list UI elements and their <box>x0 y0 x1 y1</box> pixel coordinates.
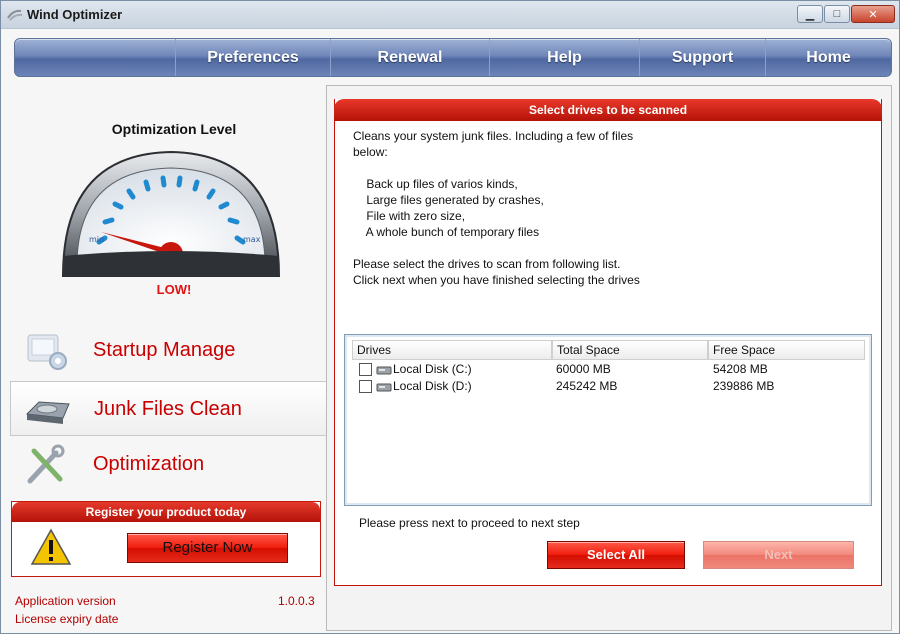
close-button[interactable]: ✕ <box>851 5 895 23</box>
drive-list[interactable]: Drives Total Space Free Space Local Disk… <box>344 334 872 506</box>
optimization-gauge: min max <box>61 150 281 277</box>
next-button[interactable]: Next <box>703 541 854 569</box>
sidebar-item-optimization[interactable]: Optimization <box>10 437 326 492</box>
drive-total-space: 245242 MB <box>556 379 618 393</box>
drive-free-space: 239886 MB <box>713 379 775 393</box>
window-title: Wind Optimizer <box>27 7 123 22</box>
drive-name: Local Disk (C:) <box>393 362 472 376</box>
select-all-button[interactable]: Select All <box>547 541 685 569</box>
drive-free-space: 54208 MB <box>713 362 768 376</box>
scan-instructions: Please select the drives to scan from fo… <box>353 257 640 287</box>
title-bar[interactable]: Wind Optimizer ▁ □ ✕ <box>1 1 899 29</box>
nav-preferences[interactable]: Preferences <box>175 39 330 76</box>
sidebar-item-junk-files-clean[interactable]: Junk Files Clean <box>10 381 326 436</box>
register-panel: Register your product today Register Now <box>11 501 321 577</box>
sidebar-item-startup-manage[interactable]: Startup Manage <box>10 323 326 378</box>
nav-renewal[interactable]: Renewal <box>330 39 489 76</box>
gauge-max-label: max <box>243 235 261 244</box>
disk-drive-icon <box>376 366 392 375</box>
sidebar-item-label: Junk Files Clean <box>94 398 242 420</box>
optimization-level-status: LOW! <box>156 282 192 297</box>
column-header-total-space[interactable]: Total Space <box>552 340 708 360</box>
app-logo-icon <box>7 9 23 21</box>
warning-icon <box>30 528 72 565</box>
nav-support[interactable]: Support <box>639 39 765 76</box>
nav-help[interactable]: Help <box>489 39 639 76</box>
top-navigation: Preferences Renewal Help Support Home <box>14 38 892 77</box>
junk-types-list: Back up files of varios kinds, Large fil… <box>365 177 544 239</box>
gauge-title: Optimization Level <box>111 121 237 137</box>
maximize-button[interactable]: □ <box>824 5 850 23</box>
column-header-free-space[interactable]: Free Space <box>708 340 865 360</box>
minimize-button[interactable]: ▁ <box>797 5 823 23</box>
disk-drive-icon <box>376 383 392 392</box>
gear-icon <box>27 334 67 370</box>
hard-drive-icon <box>25 401 70 424</box>
register-heading: Register your product today <box>12 502 320 522</box>
drive-c-checkbox[interactable] <box>359 363 372 376</box>
license-expiry-label: License expiry date <box>15 612 119 626</box>
scan-intro-text: Cleans your system junk files. Including… <box>353 129 634 159</box>
nav-home[interactable]: Home <box>765 39 891 76</box>
version-label: Application version <box>15 594 116 608</box>
drive-name: Local Disk (D:) <box>393 379 472 393</box>
gauge-min-label: min <box>89 235 104 244</box>
drive-d-checkbox[interactable] <box>359 380 372 393</box>
tools-icon <box>27 444 65 484</box>
next-step-hint: Please press next to proceed to next ste… <box>359 516 580 530</box>
sidebar-item-label: Optimization <box>93 453 205 475</box>
register-now-button[interactable]: Register Now <box>127 533 288 563</box>
sidebar-item-label: Startup Manage <box>93 339 236 361</box>
window-controls: ▁ □ ✕ <box>796 5 895 23</box>
drive-total-space: 60000 MB <box>556 362 611 376</box>
app-window: Wind Optimizer ▁ □ ✕ Preferences Renewal… <box>0 0 900 634</box>
column-header-drives[interactable]: Drives <box>352 340 552 360</box>
scan-panel-heading: Select drives to be scanned <box>334 99 882 121</box>
version-value: 1.0.0.3 <box>278 594 315 608</box>
